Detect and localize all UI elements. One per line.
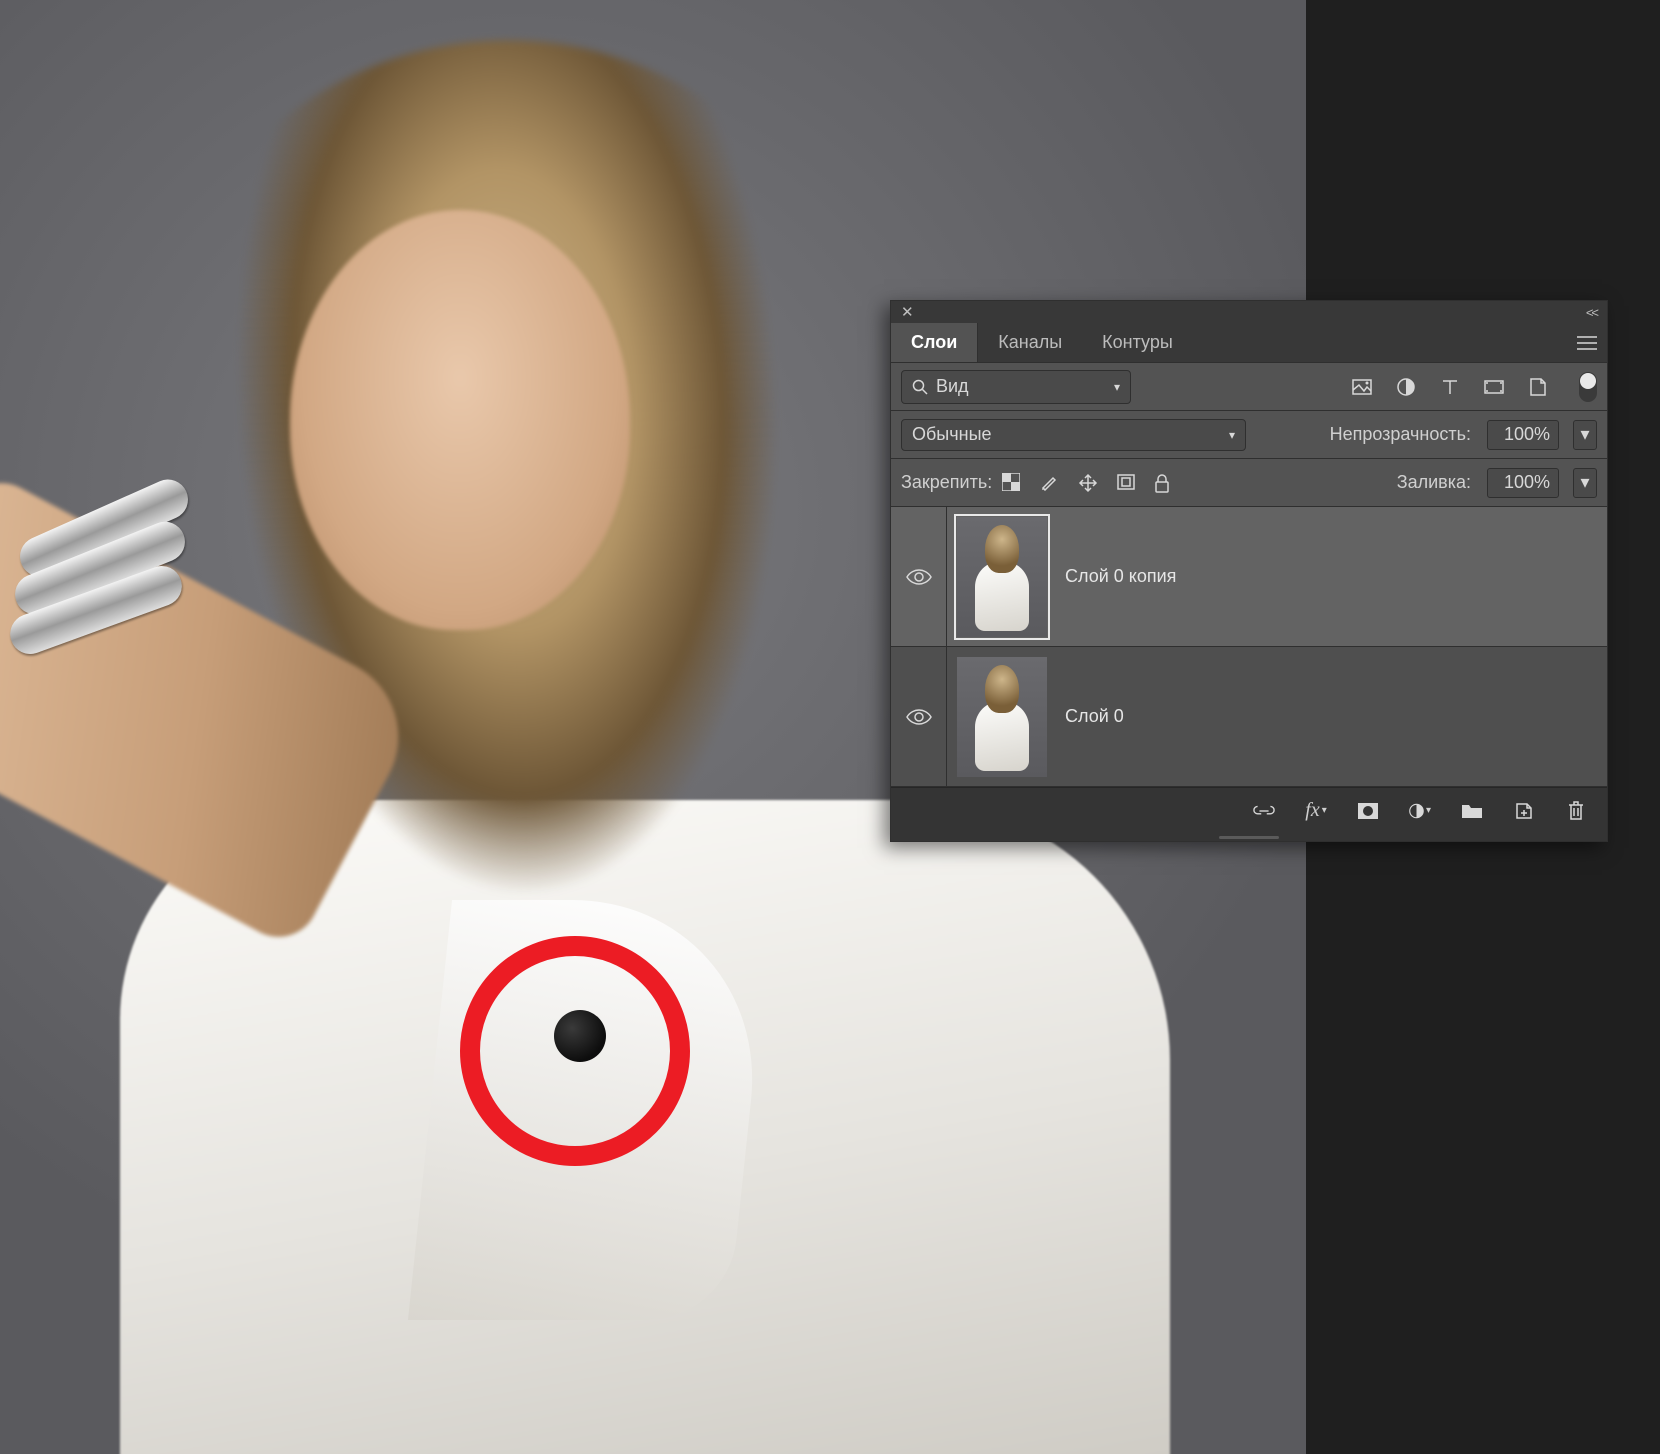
adjustment-layer-icon[interactable]: ▾ <box>1409 800 1431 822</box>
layers-panel-bottom-bar: fx▾ ▾ <box>891 787 1607 833</box>
layer-row[interactable]: Слой 0 копия <box>891 507 1607 647</box>
close-icon[interactable]: ✕ <box>901 303 914 321</box>
chevron-down-icon: ▾ <box>1580 424 1589 445</box>
layer-row[interactable]: Слой 0 <box>891 647 1607 787</box>
chevron-down-icon: ▾ <box>1229 428 1235 442</box>
filter-toggle[interactable] <box>1579 372 1597 402</box>
layer-mask-icon[interactable] <box>1357 800 1379 822</box>
filter-type-icon[interactable] <box>1439 376 1461 398</box>
blend-mode-select[interactable]: Обычные ▾ <box>901 419 1246 451</box>
filter-smartobject-icon[interactable] <box>1527 376 1549 398</box>
lock-artboard-icon[interactable] <box>1116 473 1136 493</box>
lock-all-icon[interactable] <box>1154 473 1174 493</box>
lock-fill-row: Закрепить: Заливка: 100% ▾ <box>891 459 1607 507</box>
link-layers-icon[interactable] <box>1253 800 1275 822</box>
blend-mode-value: Обычные <box>912 424 992 445</box>
panel-superheader[interactable]: ✕ << <box>891 301 1607 323</box>
layer-name[interactable]: Слой 0 <box>1065 706 1124 727</box>
opacity-input[interactable]: 100% <box>1487 420 1559 450</box>
opacity-slider-icon[interactable]: ▾ <box>1573 420 1597 450</box>
lock-position-icon[interactable] <box>1078 473 1098 493</box>
layers-list: Слой 0 копия Слой 0 <box>891 507 1607 787</box>
search-icon <box>912 379 928 395</box>
fill-value: 100% <box>1504 472 1550 493</box>
layer-visibility-toggle[interactable] <box>891 647 947 786</box>
layer-fx-icon[interactable]: fx▾ <box>1305 800 1327 822</box>
fill-slider-icon[interactable]: ▾ <box>1573 468 1597 498</box>
resize-grip[interactable] <box>891 833 1607 841</box>
filter-kind-select[interactable]: Вид ▾ <box>901 370 1131 404</box>
collapse-panel-icon[interactable]: << <box>1586 305 1597 320</box>
layer-filter-row: Вид ▾ <box>891 363 1607 411</box>
fill-label: Заливка: <box>1397 472 1471 493</box>
tab-channels[interactable]: Каналы <box>978 323 1082 362</box>
blend-opacity-row: Обычные ▾ Непрозрачность: 100% ▾ <box>891 411 1607 459</box>
tab-layers[interactable]: Слои <box>891 323 978 362</box>
chevron-down-icon: ▾ <box>1580 472 1589 493</box>
lock-transparency-icon[interactable] <box>1002 473 1022 493</box>
panel-tabs: Слои Каналы Контуры <box>891 323 1607 363</box>
photo-face <box>290 210 630 630</box>
layer-thumbnail[interactable] <box>957 657 1047 777</box>
delete-layer-icon[interactable] <box>1565 800 1587 822</box>
layers-panel[interactable]: ✕ << Слои Каналы Контуры Вид ▾ <box>890 300 1608 842</box>
lock-pixels-icon[interactable] <box>1040 473 1060 493</box>
eye-icon <box>906 708 932 726</box>
fill-input[interactable]: 100% <box>1487 468 1559 498</box>
filter-pixel-icon[interactable] <box>1351 376 1373 398</box>
chevron-down-icon: ▾ <box>1114 380 1120 394</box>
eye-icon <box>906 568 932 586</box>
filter-kind-label: Вид <box>936 376 969 397</box>
tab-paths[interactable]: Контуры <box>1082 323 1193 362</box>
new-layer-icon[interactable] <box>1513 800 1535 822</box>
panel-menu-icon[interactable] <box>1567 323 1607 362</box>
lock-label: Закрепить: <box>901 472 992 493</box>
layer-name[interactable]: Слой 0 копия <box>1065 566 1176 587</box>
group-layers-icon[interactable] <box>1461 800 1483 822</box>
layer-visibility-toggle[interactable] <box>891 507 947 646</box>
annotation-red-circle <box>460 936 690 1166</box>
opacity-value: 100% <box>1504 424 1550 445</box>
opacity-label: Непрозрачность: <box>1330 424 1471 445</box>
filter-shape-icon[interactable] <box>1483 376 1505 398</box>
layer-thumbnail[interactable] <box>957 517 1047 637</box>
filter-adjustment-icon[interactable] <box>1395 376 1417 398</box>
